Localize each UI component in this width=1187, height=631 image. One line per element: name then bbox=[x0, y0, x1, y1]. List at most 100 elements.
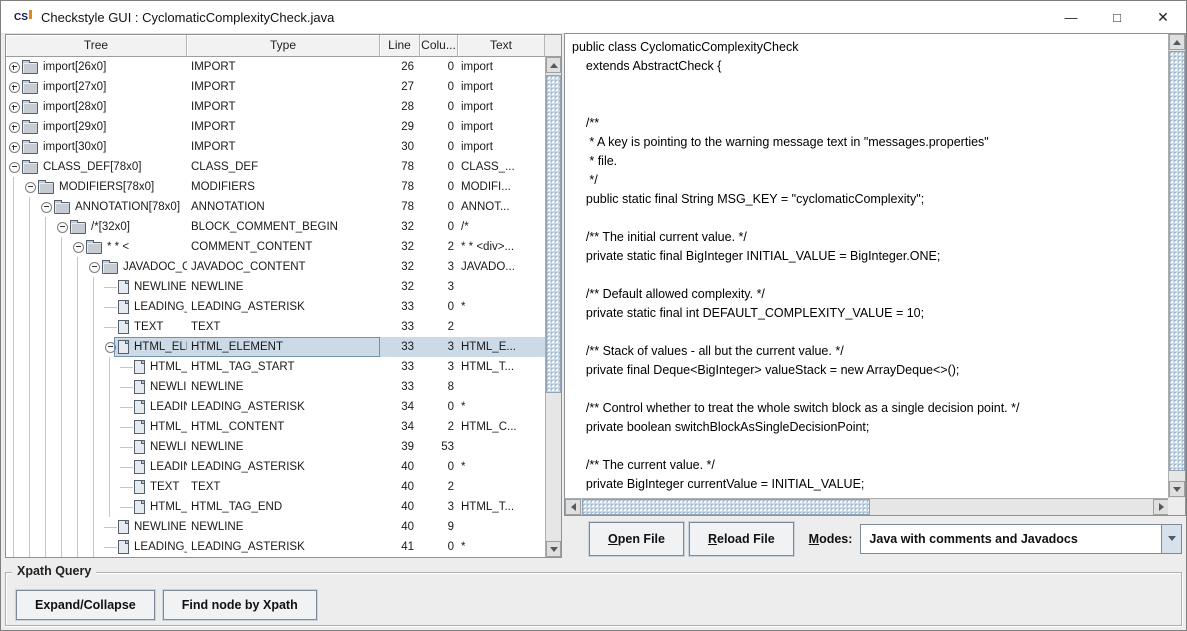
expand-knob[interactable] bbox=[9, 82, 20, 93]
tree-guide-line bbox=[6, 177, 22, 197]
tree-table-row[interactable]: TEXTTEXT402 bbox=[6, 477, 545, 497]
scroll-thumb[interactable] bbox=[1169, 51, 1185, 471]
tree-table-row[interactable]: LEADING_ASTERISKLEADING_ASTERISK340* bbox=[6, 397, 545, 417]
close-button[interactable]: ✕ bbox=[1140, 1, 1186, 33]
column-header-tree[interactable]: Tree bbox=[6, 35, 187, 57]
tree-table-row[interactable]: import[29x0]IMPORT290import bbox=[6, 117, 545, 137]
tree-table-row[interactable]: HTML_TAG_STARTHTML_TAG_START333HTML_T... bbox=[6, 357, 545, 377]
tree-table-row[interactable]: ANNOTATION[78x0]ANNOTATION780ANNOT... bbox=[6, 197, 545, 217]
cell-type: ANNOTATION bbox=[187, 197, 380, 217]
tree-table-row[interactable]: LEADING_ASTERISKLEADING_ASTERISK330* bbox=[6, 297, 545, 317]
scroll-left-button[interactable] bbox=[565, 499, 581, 515]
tree-table-row[interactable]: import[27x0]IMPORT270import bbox=[6, 77, 545, 97]
expand-knob[interactable] bbox=[9, 142, 20, 153]
tree-guide-line bbox=[86, 357, 102, 377]
tree-table-row[interactable]: NEWLINENEWLINE409 bbox=[6, 517, 545, 537]
tree-guide-line bbox=[86, 377, 102, 397]
tree-guide-line bbox=[22, 217, 38, 237]
tree-table-row[interactable]: HTML_ELEMENTHTML_ELEMENT333HTML_E... bbox=[6, 337, 545, 357]
tree-node-label: HTML_TAG_END bbox=[149, 497, 187, 517]
scroll-thumb[interactable] bbox=[546, 75, 561, 393]
leaf-icon bbox=[134, 500, 145, 514]
tree-table-row[interactable]: HTML_TAG_ENDHTML_TAG_END403HTML_T... bbox=[6, 497, 545, 517]
cell-text: import bbox=[458, 137, 545, 157]
tree-node-label: import[28x0] bbox=[42, 97, 106, 117]
tree-guide-line bbox=[54, 297, 70, 317]
collapse-knob[interactable] bbox=[105, 342, 116, 353]
tree-table-row[interactable]: HTML_CONTENTHTML_CONTENT342HTML_C... bbox=[6, 417, 545, 437]
tree-guide-line bbox=[6, 217, 22, 237]
tree-table-row[interactable]: CLASS_DEF[78x0]CLASS_DEF780CLASS_... bbox=[6, 157, 545, 177]
folder-icon bbox=[22, 82, 38, 94]
tree-table-row[interactable]: NEWLINENEWLINE338 bbox=[6, 377, 545, 397]
tree-table-row[interactable]: NEWLINENEWLINE323 bbox=[6, 277, 545, 297]
source-code-view[interactable]: public class CyclomaticComplexityCheck e… bbox=[565, 34, 1169, 498]
collapse-knob[interactable] bbox=[41, 202, 52, 213]
column-header-text[interactable]: Text bbox=[458, 35, 545, 57]
column-header-column[interactable]: Colu... bbox=[420, 35, 458, 57]
editor-horizontal-scrollbar[interactable] bbox=[565, 498, 1169, 515]
tree-guide-line bbox=[54, 357, 70, 377]
collapse-knob[interactable] bbox=[25, 182, 36, 193]
down-arrow-icon bbox=[1173, 487, 1181, 492]
find-node-by-xpath-button[interactable]: Find node by Xpath bbox=[163, 590, 317, 620]
cell-column: 2 bbox=[420, 417, 458, 437]
cell-text bbox=[458, 477, 545, 497]
maximize-button[interactable]: □ bbox=[1094, 1, 1140, 33]
cell-tree: LEADING_ASTERISK bbox=[6, 537, 187, 557]
cell-column: 0 bbox=[420, 197, 458, 217]
cell-column: 0 bbox=[420, 117, 458, 137]
open-file-mnemonic: O bbox=[608, 532, 618, 546]
open-file-button[interactable]: Open File bbox=[589, 522, 684, 556]
tree-guide-line bbox=[54, 497, 70, 517]
tree-guide-line bbox=[22, 477, 38, 497]
expand-knob[interactable] bbox=[9, 102, 20, 113]
tree-node-label: TEXT bbox=[149, 477, 179, 497]
collapse-knob[interactable] bbox=[73, 242, 84, 253]
tree-table-row[interactable]: import[30x0]IMPORT300import bbox=[6, 137, 545, 157]
scroll-down-button[interactable] bbox=[1169, 481, 1185, 497]
tree-table-row[interactable]: LEADING_ASTERISKLEADING_ASTERISK410* bbox=[6, 537, 545, 557]
tree-guide-line bbox=[6, 277, 22, 297]
tree-table-row[interactable]: /*[32x0]BLOCK_COMMENT_BEGIN320/* bbox=[6, 217, 545, 237]
collapse-knob[interactable] bbox=[57, 222, 68, 233]
tree-table-row[interactable]: * * <COMMENT_CONTENT322* * <div>... bbox=[6, 237, 545, 257]
tree-table-row[interactable]: import[26x0]IMPORT260import bbox=[6, 57, 545, 77]
parse-mode-combobox[interactable]: Java with comments and Javadocs bbox=[860, 524, 1182, 554]
tree-table-row[interactable]: import[28x0]IMPORT280import bbox=[6, 97, 545, 117]
collapse-knob[interactable] bbox=[9, 162, 20, 173]
cell-text: HTML_T... bbox=[458, 497, 545, 517]
cell-type: TEXT bbox=[187, 317, 380, 337]
expand-knob[interactable] bbox=[9, 62, 20, 73]
minimize-button[interactable]: — bbox=[1048, 1, 1094, 33]
tree-guide-line bbox=[22, 537, 38, 557]
column-header-line[interactable]: Line bbox=[380, 35, 420, 57]
scroll-down-button[interactable] bbox=[546, 541, 561, 557]
tree-table-row[interactable]: NEWLINENEWLINE3953 bbox=[6, 437, 545, 457]
tree-table-row[interactable]: LEADING_ASTERISKLEADING_ASTERISK400* bbox=[6, 457, 545, 477]
expand-collapse-button[interactable]: Expand/Collapse bbox=[16, 590, 155, 620]
cell-line: 39 bbox=[380, 437, 420, 457]
tree-connector-line bbox=[118, 417, 134, 437]
tree-guide-line bbox=[70, 257, 86, 277]
column-header-type[interactable]: Type bbox=[187, 35, 380, 57]
combobox-dropdown-button[interactable] bbox=[1161, 525, 1181, 553]
cell-tree: MODIFIERS[78x0] bbox=[6, 177, 187, 197]
editor-vertical-scrollbar[interactable] bbox=[1168, 34, 1185, 498]
scroll-right-button[interactable] bbox=[1153, 499, 1169, 515]
scroll-up-button[interactable] bbox=[546, 57, 561, 73]
collapse-knob[interactable] bbox=[89, 262, 100, 273]
expand-knob[interactable] bbox=[9, 122, 20, 133]
tree-vertical-scrollbar[interactable] bbox=[545, 57, 561, 557]
open-file-label: pen File bbox=[618, 532, 665, 546]
tree-guide-line bbox=[70, 397, 86, 417]
tree-table-row[interactable]: MODIFIERS[78x0]MODIFIERS780MODIFI... bbox=[6, 177, 545, 197]
reload-file-button[interactable]: Reload File bbox=[689, 522, 794, 556]
tree-table-row[interactable]: TEXTTEXT332 bbox=[6, 317, 545, 337]
scroll-up-button[interactable] bbox=[1169, 34, 1185, 50]
scroll-thumb[interactable] bbox=[582, 499, 870, 515]
tree-guide-line bbox=[22, 297, 38, 317]
cell-line: 32 bbox=[380, 257, 420, 277]
tree-table-row[interactable]: JAVADOC_CONTENTJAVADOC_CONTENT323JAVADO.… bbox=[6, 257, 545, 277]
tree-node-label: JAVADOC_CONTENT bbox=[122, 257, 187, 277]
